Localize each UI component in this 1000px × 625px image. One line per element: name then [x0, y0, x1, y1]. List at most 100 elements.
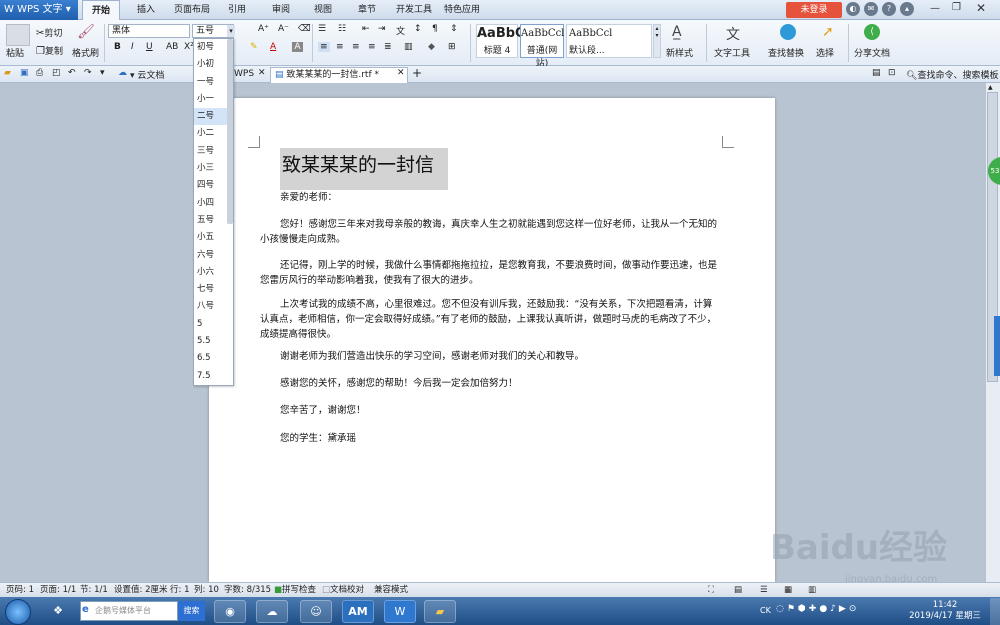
char-shading-icon[interactable]: A [292, 42, 303, 52]
greeting[interactable]: 亲爱的老师： [280, 190, 740, 205]
font-size-option[interactable]: 小六 [194, 264, 233, 281]
copy-button[interactable]: 复制 [45, 47, 63, 57]
line-spacing-icon[interactable]: ⇕ [450, 24, 458, 34]
number-list-icon[interactable]: ☷ [338, 24, 346, 34]
share-button[interactable]: 分享文档 [854, 46, 890, 59]
signature[interactable]: 您的学生：黛承瑶 [260, 431, 720, 446]
tab-chapter[interactable]: 章节 [350, 0, 384, 20]
system-clock[interactable]: 11:42 2019/4/17 星期三 [905, 600, 985, 624]
paragraph[interactable]: 感谢您的关怀，感谢您的帮助！今后我一定会加倍努力！ [260, 376, 720, 391]
paragraph[interactable]: 上次考试我的成绩不高，心里很难过。您不但没有训斥我，还鼓励我：“没有关系，下次把… [260, 297, 720, 342]
font-name-combo[interactable]: 黑体 [108, 24, 190, 38]
undo-icon[interactable]: ↶ [68, 68, 76, 78]
taskbar-search-button[interactable]: 搜索 [178, 601, 205, 621]
web-view-icon[interactable]: ▦ [784, 583, 792, 597]
paragraph[interactable]: 谢谢老师为我们营造出快乐的学习空间，感谢老师对我们的关心和教导。 [260, 349, 720, 364]
justify-icon[interactable]: ≡ [368, 42, 376, 52]
command-search-input[interactable]: 🔍︎查找命令、搜索模板 [906, 68, 998, 81]
share-icon[interactable]: ⟨ [864, 24, 880, 40]
reading-view-icon[interactable]: ▥ [808, 583, 816, 597]
spell-check-toggle[interactable]: ■拼写检查 [274, 583, 316, 597]
close-icon[interactable]: ✕ [397, 68, 405, 78]
font-size-option[interactable]: 5.5 [194, 333, 233, 350]
shading-icon[interactable]: ◆ [428, 42, 435, 52]
green-app-icon[interactable]: ◉ [214, 600, 246, 623]
tab-features[interactable]: 特色应用 [440, 0, 484, 20]
paragraph[interactable]: 您辛苦了，谢谢您！ [260, 403, 720, 418]
document-tab[interactable]: ▤ 致某某某的一封信.rtf * [270, 67, 408, 83]
cloud-docs-button[interactable]: ▾ 云文档 [130, 68, 164, 81]
paste-icon[interactable] [6, 24, 30, 46]
style-normal-web[interactable]: AaBbCcl 普通(网站) [520, 24, 564, 69]
wps-home-tab[interactable]: WPS [234, 69, 254, 79]
tab-review[interactable]: 审阅 [264, 0, 298, 20]
windows-logo-icon[interactable]: ❖ [42, 600, 74, 623]
font-size-option[interactable]: 八号 [194, 298, 233, 315]
strikethrough-icon[interactable]: AB [166, 42, 178, 52]
grow-font-icon[interactable]: A⁺ [258, 24, 269, 34]
paste-button-label[interactable]: 粘贴 [6, 46, 24, 59]
font-size-option[interactable]: 七号 [194, 281, 233, 298]
dropdown-scrollbar-thumb[interactable] [227, 39, 233, 224]
bullet-list-icon[interactable]: ☰ [318, 24, 326, 34]
format-painter-button[interactable]: 格式刷 [72, 46, 99, 59]
taskbar-search-input[interactable]: 企鹅号媒体平台 [80, 601, 178, 621]
text-tools-button[interactable]: 文字工具 [714, 46, 750, 59]
start-button[interactable] [5, 599, 31, 625]
find-replace-button[interactable]: 查找替换 [768, 46, 804, 59]
clear-format-icon[interactable]: ⌫ [298, 24, 311, 34]
customize-icon[interactable]: ▾ [100, 68, 105, 78]
format-painter-icon[interactable]: 🖌 [76, 24, 96, 44]
italic-icon[interactable]: I [131, 42, 134, 52]
tab-developer[interactable]: 开发工具 [392, 0, 436, 20]
new-tab-icon[interactable]: + [412, 66, 422, 80]
cut-button[interactable]: 剪切 [44, 29, 62, 39]
show-marks-icon[interactable]: ¶ [432, 24, 438, 34]
font-size-option[interactable]: 6.5 [194, 350, 233, 367]
shrink-font-icon[interactable]: A⁻ [278, 24, 289, 34]
select-icon[interactable]: ➚ [822, 24, 834, 40]
new-style-button[interactable]: 新样式 [666, 46, 693, 59]
columns-icon[interactable]: ▥ [404, 42, 413, 52]
close-icon[interactable]: ✕ [258, 68, 266, 78]
print-icon[interactable]: ⎙ [36, 68, 43, 78]
am-app-icon[interactable]: AM [342, 600, 374, 623]
tab-list-icon[interactable]: ▤ [872, 68, 881, 78]
maximize-button[interactable]: ❐ [952, 2, 961, 13]
minimize-button[interactable]: — [930, 3, 940, 14]
highlight-icon[interactable]: ✎ [250, 42, 258, 52]
help-icon[interactable]: ? [882, 2, 896, 16]
baidu-netdisk-icon[interactable]: ☁ [256, 600, 288, 623]
align-center-icon[interactable]: ≡ [336, 42, 344, 52]
borders-icon[interactable]: ⊞ [448, 42, 456, 52]
open-icon[interactable]: ▰ [4, 68, 11, 78]
print-preview-icon[interactable]: ◰ [52, 68, 61, 78]
distribute-icon[interactable]: ≣ [384, 42, 392, 52]
sort-icon[interactable]: ↕ [414, 24, 422, 34]
align-right-icon[interactable]: ≡ [352, 42, 360, 52]
qq-icon[interactable]: ☺ [300, 600, 332, 623]
page-view-icon[interactable]: ▤ [734, 583, 742, 597]
tab-insert[interactable]: 插入 [128, 0, 164, 20]
indent-icon[interactable]: ⇥ [378, 24, 386, 34]
login-button[interactable]: 未登录 [786, 2, 842, 18]
feedback-icon[interactable]: ✉ [864, 2, 878, 16]
show-desktop-button[interactable] [990, 598, 1000, 625]
status-words[interactable]: 字数: 8/315 [224, 583, 271, 597]
text-tools-icon[interactable]: 文 [726, 24, 740, 44]
skin-icon[interactable]: ◐ [846, 2, 860, 16]
underline-icon[interactable]: U [146, 42, 153, 52]
redo-icon[interactable]: ↷ [84, 68, 92, 78]
font-size-option[interactable]: 7.5 [194, 368, 233, 385]
input-method[interactable]: CK [760, 606, 771, 615]
save-icon[interactable]: ▣ [20, 68, 29, 78]
side-panel-tab[interactable] [994, 316, 1000, 376]
align-left-icon[interactable]: ≡ [318, 42, 330, 52]
collapse-ribbon-icon[interactable]: ▴ [900, 2, 914, 16]
font-size-option[interactable]: 六号 [194, 247, 233, 264]
scroll-up-icon[interactable]: ▲ [988, 84, 993, 91]
file-explorer-icon[interactable]: ▰ [424, 600, 456, 623]
font-size-option[interactable]: 5 [194, 316, 233, 333]
tab-view[interactable]: 视图 [306, 0, 340, 20]
new-style-icon[interactable]: A̲ [672, 24, 682, 40]
